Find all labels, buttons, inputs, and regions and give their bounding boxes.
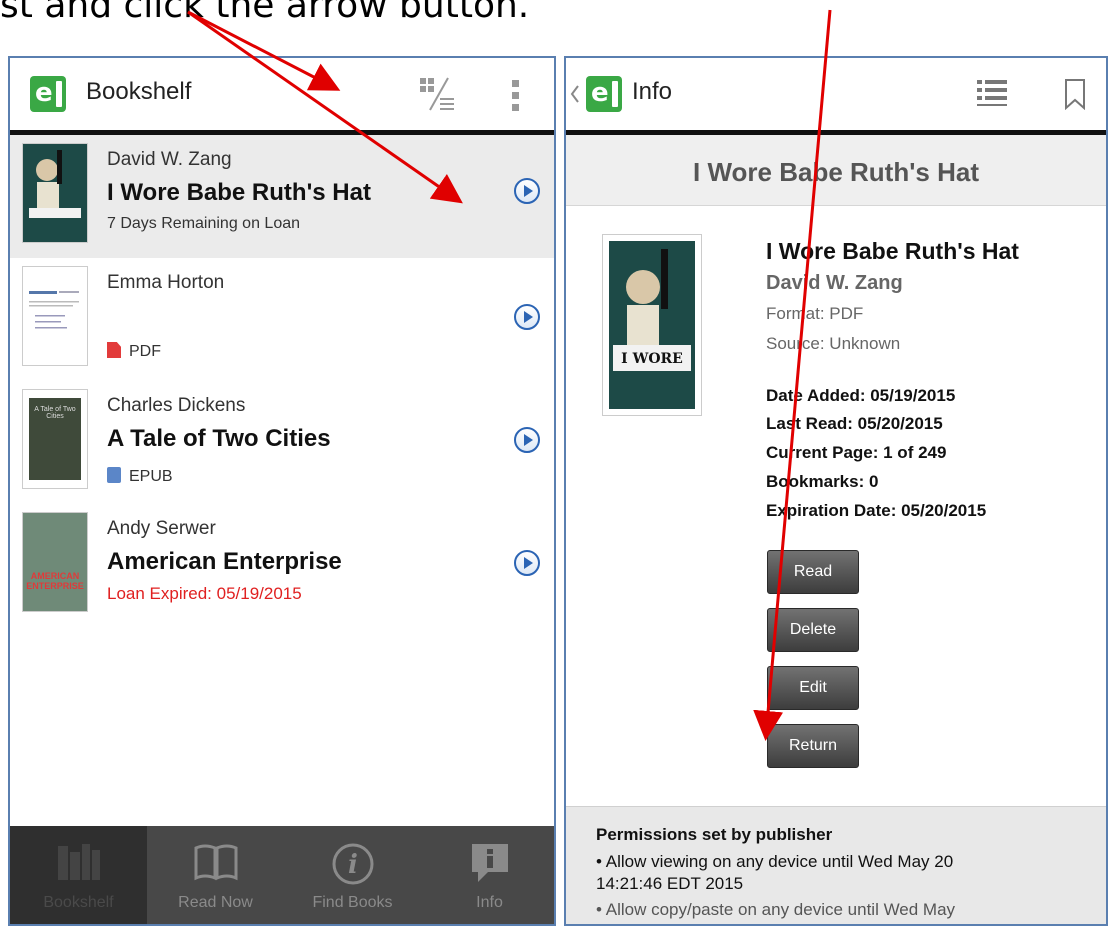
tab-info[interactable]: Info <box>421 826 554 924</box>
app-logo-icon: e <box>586 76 622 112</box>
last-read: Last Read: 05/20/2015 <box>766 414 943 433</box>
date-added: Date Added: 05/19/2015 <box>766 386 956 405</box>
cover-text: AMERICAN ENTERPRISE <box>26 571 84 591</box>
expiration-date: Expiration Date: 05/20/2015 <box>766 501 987 520</box>
book-details-arrow-button[interactable] <box>514 427 540 453</box>
app-logo-icon: e <box>30 76 66 112</box>
format-label: PDF <box>129 343 161 360</box>
permission-line: 14:21:46 EDT 2015 <box>596 874 744 893</box>
book-details-arrow-button[interactable] <box>514 178 540 204</box>
view-toggle-icon[interactable] <box>418 76 458 112</box>
current-page: Current Page: 1 of 249 <box>766 443 947 462</box>
info-bubble-icon <box>471 844 508 882</box>
permission-line: • Allow copy/paste on any device until W… <box>596 900 956 919</box>
book-author: Emma Horton <box>107 272 225 293</box>
book-title: American Enterprise <box>107 548 342 575</box>
book-row[interactable]: David W. Zang I Wore Babe Ruth's Hat 7 D… <box>10 135 554 259</box>
find-books-icon: i <box>332 843 373 885</box>
table-of-contents-icon[interactable] <box>976 78 1008 108</box>
return-button[interactable]: Return <box>767 724 859 768</box>
svg-text:i: i <box>348 850 358 880</box>
book-cover <box>22 143 88 243</box>
back-chevron-icon[interactable] <box>570 84 580 104</box>
book-author: David W. Zang <box>107 149 232 170</box>
tab-bookshelf[interactable]: Bookshelf <box>10 826 147 924</box>
bookshelf-icon <box>57 844 100 880</box>
info-header: I Wore Babe Ruth's Hat <box>566 135 1106 206</box>
permissions-panel: Permissions set by publisher • Allow vie… <box>566 806 1106 924</box>
book-author: David W. Zang <box>766 272 903 294</box>
epub-file-icon <box>107 467 121 483</box>
open-book-icon <box>194 844 237 881</box>
cover-illustration <box>29 150 81 218</box>
book-cover: AMERICAN ENTERPRISE <box>22 512 88 612</box>
loan-status: Loan Expired: 05/19/2015 <box>107 584 302 603</box>
book-row[interactable]: AMERICAN ENTERPRISE Andy Serwer American… <box>10 504 554 627</box>
tab-find-books[interactable]: i Find Books <box>284 826 421 924</box>
delete-button[interactable]: Delete <box>767 608 859 652</box>
book-author: Andy Serwer <box>107 518 216 539</box>
tab-label: Info <box>476 894 503 911</box>
book-author: Charles Dickens <box>107 395 246 416</box>
book-title: I Wore Babe Ruth's Hat <box>107 179 371 206</box>
book-row[interactable]: Emma Horton PDF <box>10 258 554 382</box>
overflow-menu-icon[interactable] <box>510 78 522 112</box>
instruction-caption: st and click the arrow button. <box>0 0 530 26</box>
loan-status: 7 Days Remaining on Loan <box>107 215 301 232</box>
read-button[interactable]: Read <box>767 550 859 594</box>
page-title: Info <box>632 78 673 105</box>
page-title: Bookshelf <box>86 78 192 105</box>
info-header-title: I Wore Babe Ruth's Hat <box>693 157 979 187</box>
book-cover <box>22 266 88 366</box>
bookshelf-screen: e Bookshelf David W. Zang I Wore Babe Ru… <box>8 56 556 926</box>
book-row[interactable]: A Tale of Two Cities Charles Dickens A T… <box>10 381 554 505</box>
tab-label: Bookshelf <box>43 894 114 911</box>
cover-title-text: I WORE <box>621 351 683 367</box>
edit-button[interactable]: Edit <box>767 666 859 710</box>
format-label: EPUB <box>129 468 173 485</box>
tab-read-now[interactable]: Read Now <box>147 826 284 924</box>
book-title: I Wore Babe Ruth's Hat <box>766 238 1019 264</box>
permissions-heading: Permissions set by publisher <box>596 825 833 844</box>
bottom-tab-bar: Bookshelf Read Now i Find Books Info <box>10 826 554 924</box>
cover-panel: I WORE <box>609 241 695 409</box>
book-cover: I WORE <box>602 234 702 416</box>
book-title: A Tale of Two Cities <box>107 425 331 452</box>
permission-line: • Allow viewing on any device until Wed … <box>596 852 954 871</box>
bookmark-icon[interactable] <box>1064 78 1086 110</box>
tab-label: Read Now <box>178 894 253 911</box>
book-details-arrow-button[interactable] <box>514 304 540 330</box>
book-format: EPUB <box>107 467 173 486</box>
document-preview-icon <box>29 291 79 329</box>
book-format: PDF <box>107 342 161 361</box>
cover-illustration: I WORE <box>613 249 691 371</box>
book-format: Format: PDF <box>766 304 864 323</box>
cover-panel: A Tale of Two Cities <box>29 398 81 480</box>
info-action-bar: e Info <box>566 58 1106 135</box>
book-details-arrow-button[interactable] <box>514 550 540 576</box>
bookshelf-action-bar: e Bookshelf <box>10 58 554 135</box>
pdf-file-icon <box>107 342 121 358</box>
bookmarks-count: Bookmarks: 0 <box>766 472 879 491</box>
tab-label: Find Books <box>312 894 393 911</box>
book-source: Source: Unknown <box>766 334 901 353</box>
book-cover: A Tale of Two Cities <box>22 389 88 489</box>
cover-text: A Tale of Two Cities <box>34 406 76 420</box>
info-screen: e Info I Wore Babe Ruth's Hat I WORE I W… <box>564 56 1108 926</box>
